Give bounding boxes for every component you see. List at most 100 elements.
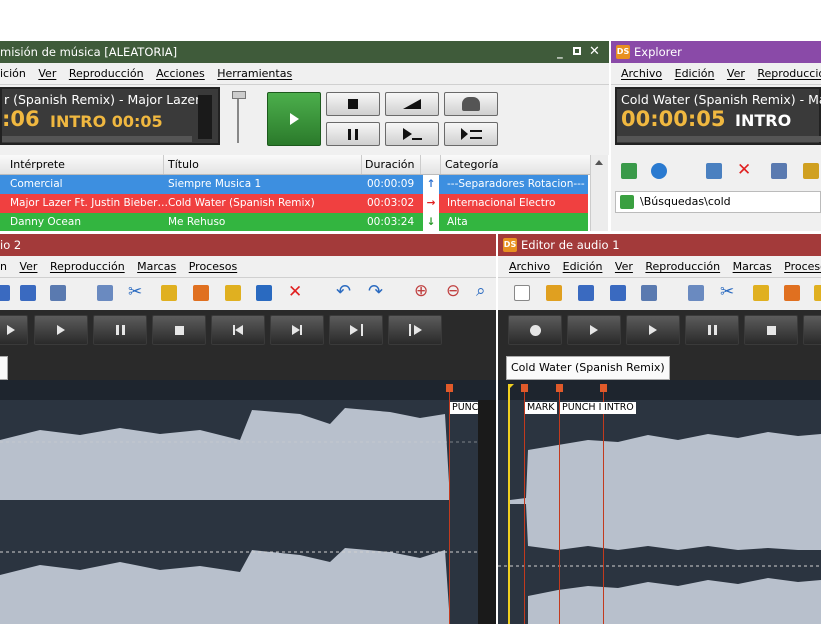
playlist-button[interactable] [444,122,498,146]
paste-special-icon[interactable] [193,285,209,301]
menu-edicion[interactable]: n [0,256,7,277]
col-interprete[interactable]: Intérprete [10,155,65,174]
col-categoria[interactable]: Categoría [445,155,499,174]
copy-icon[interactable] [688,285,704,301]
cut-icon[interactable]: ✂ [720,282,734,302]
menu-edicion[interactable]: Edición [675,63,715,84]
progress-bar[interactable] [2,136,192,142]
play-selection-button[interactable] [388,315,442,345]
marker-flag-icon[interactable] [446,384,453,392]
menu-edicion[interactable]: ición [0,63,26,84]
explorer-progress[interactable] [617,136,821,142]
paste-mix-icon[interactable] [225,285,241,301]
edit-icon[interactable] [706,163,722,179]
editor1-tab[interactable]: Cold Water (Spanish Remix) [506,356,670,380]
col-titulo[interactable]: Título [168,155,199,174]
refresh-icon[interactable] [651,163,667,179]
pause-button[interactable] [326,122,380,146]
menu-herramientas[interactable]: Herramientas [217,63,292,84]
zoom-in-icon[interactable]: ⊕ [414,281,428,301]
stop-button[interactable] [326,92,380,116]
marker-flag-icon[interactable] [600,384,607,392]
save-icon[interactable] [0,285,10,301]
properties-icon[interactable] [771,163,787,179]
zoom-out-icon[interactable]: ⊖ [446,281,460,301]
volume-slider[interactable] [230,89,246,145]
rewind-button[interactable] [211,315,265,345]
save-all-icon[interactable] [20,285,36,301]
menu-ver[interactable]: Ver [19,256,37,277]
add-music-icon[interactable] [621,163,637,179]
menu-acciones[interactable]: Acciones [156,63,205,84]
minimize-button[interactable]: _ [557,41,563,63]
properties-icon[interactable] [641,285,657,301]
loop-play-button[interactable] [0,315,28,345]
editor1-waveform[interactable]: MARK PUNCH IN INTRO [498,380,821,624]
stop-button[interactable] [744,315,798,345]
paste-icon[interactable] [161,285,177,301]
play-button[interactable] [626,315,680,345]
table-scrollbar[interactable] [590,155,608,231]
play-to-end-button[interactable] [329,315,383,345]
pause-button[interactable] [93,315,147,345]
maximize-button[interactable] [573,47,581,55]
next-button[interactable] [385,122,439,146]
explorer-now-playing: Cold Water (Spanish Remix) - Ma 00:00:05… [615,87,821,145]
editor2-scrollbar[interactable] [478,400,496,624]
delete-icon[interactable]: ✕ [288,282,302,302]
menu-ver[interactable]: Ver [615,256,633,277]
undo-icon[interactable]: ↶ [336,281,351,302]
assistant-button[interactable] [444,92,498,116]
explorer-path[interactable]: \Búsquedas\cold [615,191,821,213]
fade-out-button[interactable] [385,92,439,116]
new-file-icon[interactable] [514,285,530,301]
menu-reproduccion[interactable]: Reproducción [645,256,720,277]
marker-flag-icon[interactable] [521,384,528,392]
loop-play-button[interactable] [567,315,621,345]
pause-button[interactable] [685,315,739,345]
menu-edicion[interactable]: Edición [563,256,603,277]
tag-icon[interactable] [803,163,819,179]
menu-marcas[interactable]: Marcas [137,256,176,277]
properties-icon[interactable] [50,285,66,301]
paste-mix-icon[interactable] [814,285,821,301]
menu-archivo[interactable]: Archivo [621,63,662,84]
menu-reproduccion[interactable]: Reproducción [757,63,821,84]
stop-button[interactable] [152,315,206,345]
save-all-icon[interactable] [610,285,626,301]
col-duracion[interactable]: Duración [365,155,415,174]
rewind-button[interactable] [803,315,821,345]
playhead[interactable] [508,384,510,624]
split-icon[interactable] [256,285,272,301]
marker-label: INTRO [602,402,636,414]
play-button[interactable] [34,315,88,345]
menu-ver[interactable]: Ver [727,63,745,84]
close-button[interactable]: ✕ [589,41,600,63]
menu-reproduccion[interactable]: Reproducción [69,63,144,84]
save-icon[interactable] [578,285,594,301]
play-button[interactable] [267,92,321,146]
menu-procesos[interactable]: Procesos [784,256,821,277]
menu-procesos[interactable]: Procesos [189,256,237,277]
cut-icon[interactable]: ✂ [128,282,142,302]
open-folder-icon[interactable] [546,285,562,301]
menu-marcas[interactable]: Marcas [733,256,772,277]
editor2-waveform[interactable]: PUNC [0,380,496,624]
redo-icon[interactable]: ↷ [368,281,383,302]
table-header: Intérprete Título Duración Categoría [0,155,590,175]
paste-special-icon[interactable] [784,285,800,301]
delete-icon[interactable]: ✕ [737,160,751,180]
record-button[interactable] [508,315,562,345]
menu-reproduccion[interactable]: Reproducción [50,256,125,277]
menu-ver[interactable]: Ver [38,63,56,84]
table-row[interactable]: Danny Ocean Me Rehuso 00:03:24 ↓ Alta [0,213,588,231]
table-row[interactable]: Comercial Siempre Musica 1 00:00:09 ↑ --… [0,175,588,194]
zoom-fit-icon[interactable]: ⌕ [476,281,486,301]
paste-icon[interactable] [753,285,769,301]
table-row[interactable]: Major Lazer Ft. Justin Bieber… Cold Wate… [0,194,588,213]
marker-flag-icon[interactable] [556,384,563,392]
menu-archivo[interactable]: Archivo [509,256,550,277]
editor2-tab[interactable] [0,356,8,380]
copy-icon[interactable] [97,285,113,301]
forward-button[interactable] [270,315,324,345]
